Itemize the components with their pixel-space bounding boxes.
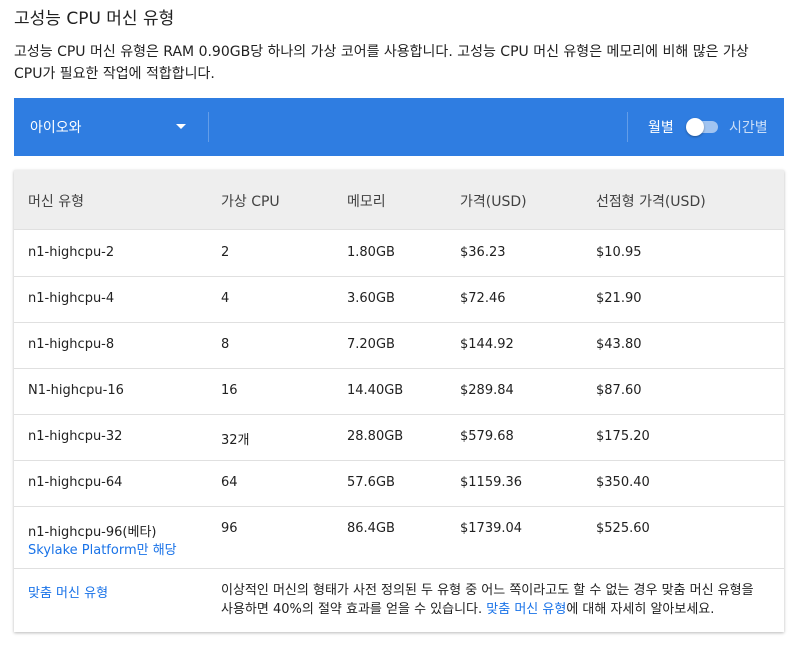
chevron-down-icon xyxy=(176,124,186,129)
preemptible-price-cell: $21.90 xyxy=(596,291,642,306)
header-preemptible-price: 선점형 가격(USD) xyxy=(596,194,706,210)
preemptible-price-cell: $10.95 xyxy=(596,245,642,260)
machine-type-cell: n1-highcpu-2 xyxy=(28,245,115,260)
toolbar-divider xyxy=(208,112,209,142)
memory-cell: 3.60GB xyxy=(347,291,395,306)
memory-cell: 14.40GB xyxy=(347,383,404,398)
memory-cell: 57.6GB xyxy=(347,475,395,490)
preemptible-price-cell: $87.60 xyxy=(596,383,642,398)
page: 고성능 CPU 머신 유형 고성능 CPU 머신 유형은 RAM 0.90GB당… xyxy=(0,0,800,647)
pricing-toolbar: 아이오와 월별 시간별 xyxy=(14,98,784,156)
region-label: 아이오와 xyxy=(30,120,82,136)
pricing-table: 머신 유형 가상 CPU 메모리 가격(USD) 선점형 가격(USD) n1-… xyxy=(14,170,784,632)
section-description: 고성능 CPU 머신 유형은 RAM 0.90GB당 하나의 가상 코어를 사용… xyxy=(14,44,749,82)
table-row: n1-highcpu-8 8 7.20GB $144.92 $43.80 xyxy=(14,322,784,369)
table-row: n1-highcpu-96(베타) Skylake Platform만 해당 9… xyxy=(14,506,784,569)
price-cell: $72.46 xyxy=(460,291,506,306)
vcpu-cell: 64 xyxy=(221,475,238,490)
table-header: 머신 유형 가상 CPU 메모리 가격(USD) 선점형 가격(USD) xyxy=(14,170,784,230)
price-cell: $289.84 xyxy=(460,383,514,398)
table-row: n1-highcpu-64 64 57.6GB $1159.36 $350.40 xyxy=(14,460,784,507)
machine-type-cell: N1-highcpu-16 xyxy=(28,383,124,398)
table-row: N1-highcpu-16 16 14.40GB $289.84 $87.60 xyxy=(14,368,784,415)
vcpu-cell: 96 xyxy=(221,521,238,536)
toggle-thumb xyxy=(686,118,704,136)
vcpu-cell: 32개 xyxy=(221,433,250,448)
section-title: 고성능 CPU 머신 유형 xyxy=(14,9,175,29)
toolbar-divider xyxy=(627,112,628,142)
vcpu-cell: 8 xyxy=(221,337,230,352)
vcpu-cell: 4 xyxy=(221,291,230,306)
monthly-label[interactable]: 월별 xyxy=(648,117,674,137)
memory-cell: 1.80GB xyxy=(347,245,395,260)
custom-note-text-end: 에 대해 자세히 알아보세요. xyxy=(566,602,715,617)
custom-machine-note: 이상적인 머신의 형태가 사전 정의된 두 유형 중 어느 쪽이라고도 할 수 … xyxy=(221,581,766,619)
header-vcpu: 가상 CPU xyxy=(221,194,280,210)
custom-machine-learn-more-link[interactable]: 맞춤 머신 유형 xyxy=(486,602,566,617)
table-row: n1-highcpu-32 32개 28.80GB $579.68 $175.2… xyxy=(14,414,784,461)
preemptible-price-cell: $525.60 xyxy=(596,521,650,536)
machine-type-cell: n1-highcpu-96(베타) xyxy=(28,525,157,540)
price-cell: $579.68 xyxy=(460,429,514,444)
memory-cell: 7.20GB xyxy=(347,337,395,352)
price-cell: $1739.04 xyxy=(460,521,523,536)
header-price: 가격(USD) xyxy=(460,194,527,210)
header-memory: 메모리 xyxy=(347,194,386,210)
preemptible-price-cell: $350.40 xyxy=(596,475,650,490)
vcpu-cell: 2 xyxy=(221,245,230,260)
machine-type-cell: n1-highcpu-64 xyxy=(28,475,123,490)
memory-cell: 28.80GB xyxy=(347,429,404,444)
region-dropdown[interactable]: 아이오와 xyxy=(14,98,208,156)
price-cell: $1159.36 xyxy=(460,475,523,490)
skylake-platform-link[interactable]: Skylake Platform만 해당 xyxy=(28,539,177,558)
vcpu-cell: 16 xyxy=(221,383,238,398)
billing-period-toggle[interactable] xyxy=(686,118,718,136)
machine-type-cell: n1-highcpu-4 xyxy=(28,291,115,306)
table-row: n1-highcpu-2 2 1.80GB $36.23 $10.95 xyxy=(14,230,784,277)
header-machine-type: 머신 유형 xyxy=(28,194,84,210)
hourly-label[interactable]: 시간별 xyxy=(729,117,768,137)
price-cell: $144.92 xyxy=(460,337,514,352)
machine-type-cell: n1-highcpu-32 xyxy=(28,429,123,444)
preemptible-price-cell: $43.80 xyxy=(596,337,642,352)
custom-machine-row: 맞춤 머신 유형 이상적인 머신의 형태가 사전 정의된 두 유형 중 어느 쪽… xyxy=(14,569,784,631)
table-row: n1-highcpu-4 4 3.60GB $72.46 $21.90 xyxy=(14,276,784,323)
machine-type-cell: n1-highcpu-8 xyxy=(28,337,115,352)
price-cell: $36.23 xyxy=(460,245,506,260)
preemptible-price-cell: $175.20 xyxy=(596,429,650,444)
custom-machine-type-link[interactable]: 맞춤 머신 유형 xyxy=(28,582,108,601)
memory-cell: 86.4GB xyxy=(347,521,395,536)
